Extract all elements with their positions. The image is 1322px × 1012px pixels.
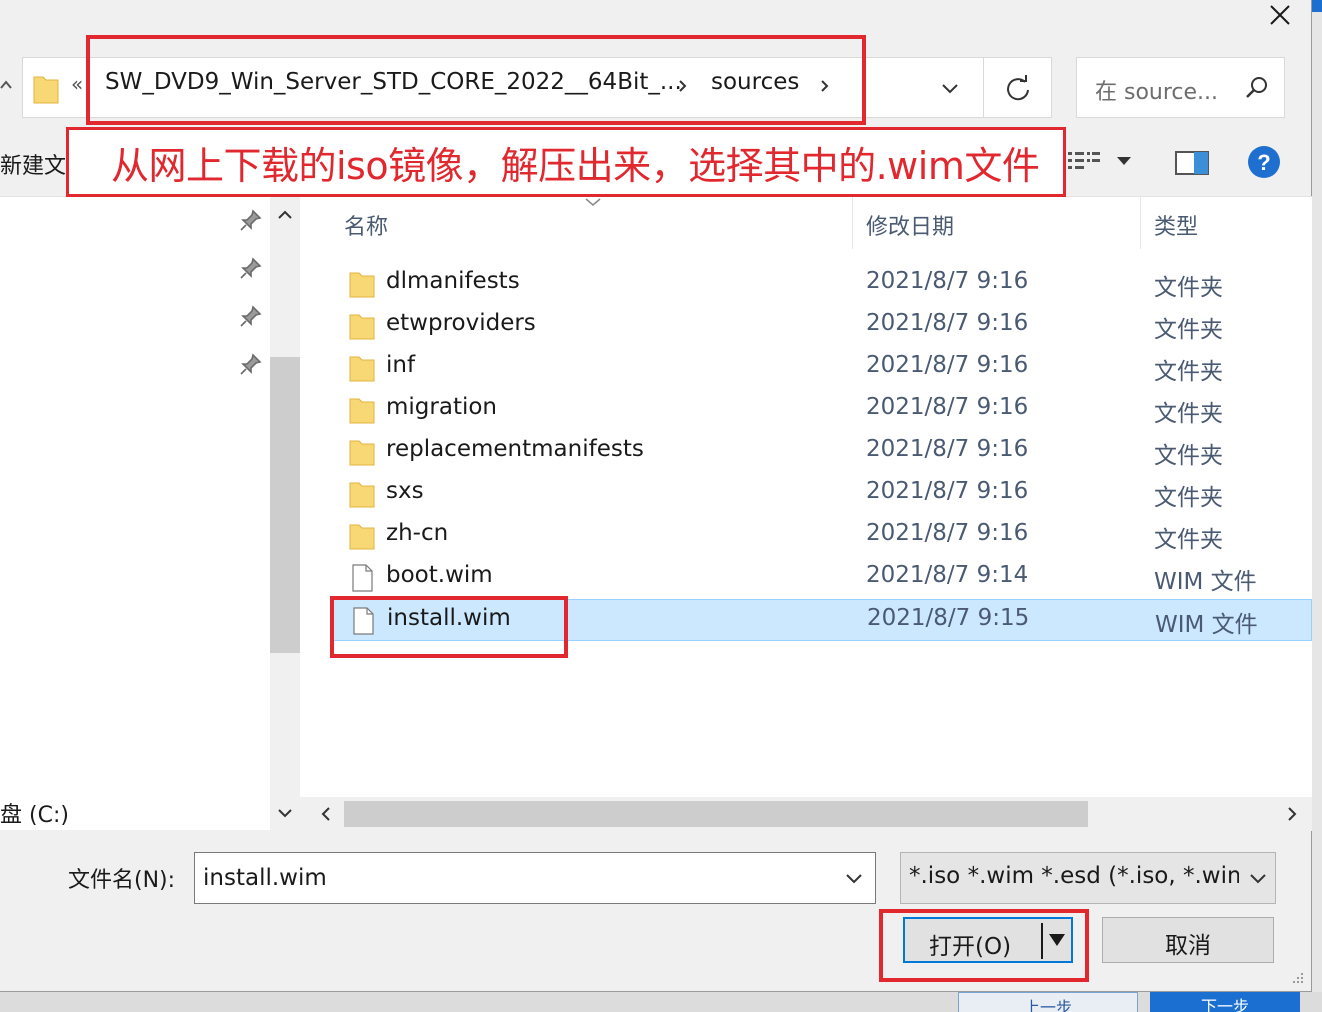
file-name: boot.wim <box>386 562 493 588</box>
annotation-box-install-wim <box>330 596 568 658</box>
folder-icon <box>349 272 375 298</box>
filename-label: 文件名(N): <box>68 868 176 893</box>
file-type-filter-value: *.iso *.wim *.esd (*.iso, *.wim <box>909 863 1239 889</box>
file-date: 2021/8/7 9:16 <box>866 478 1029 504</box>
file-date: 2021/8/7 9:15 <box>867 605 1030 631</box>
nav-scrollbar-thumb[interactable] <box>270 357 300 653</box>
pin-icon[interactable] <box>238 255 264 281</box>
file-list-pane[interactable]: 名称 修改日期 类型 dlmanifests 2021/8/7 9:16 文件夹… <box>300 196 1312 831</box>
file-type: 文件夹 <box>1154 275 1223 301</box>
chevron-up-icon[interactable] <box>275 205 295 225</box>
file-row[interactable]: etwproviders 2021/8/7 9:16 文件夹 <box>330 305 1312 347</box>
column-divider[interactable] <box>1140 197 1141 249</box>
file-icon <box>352 564 373 592</box>
annotation-caption: 从网上下载的iso镜像，解压出来，选择其中的.wim文件 <box>66 127 1066 197</box>
file-type: 文件夹 <box>1154 485 1223 511</box>
parent-previous-button[interactable]: 上一步 <box>958 992 1138 1012</box>
column-headers: 名称 修改日期 类型 <box>300 197 1312 249</box>
folder-icon <box>349 398 375 424</box>
folder-icon <box>349 314 375 340</box>
view-options-icon[interactable] <box>1066 148 1102 174</box>
file-row[interactable]: dlmanifests 2021/8/7 9:16 文件夹 <box>330 263 1312 305</box>
svg-text:?: ? <box>1257 150 1270 175</box>
annotation-caption-text: 从网上下载的iso镜像，解压出来，选择其中的.wim文件 <box>111 143 1040 188</box>
file-type: 文件夹 <box>1154 359 1223 385</box>
preview-pane-icon[interactable] <box>1172 146 1212 178</box>
file-row[interactable]: zh-cn 2021/8/7 9:16 文件夹 <box>330 515 1312 557</box>
divider <box>983 58 984 117</box>
column-divider[interactable] <box>852 197 853 249</box>
horizontal-scrollbar[interactable] <box>300 797 1312 831</box>
navigation-pane[interactable]: 盘 (C:) <box>0 196 300 831</box>
filename-input[interactable] <box>194 852 876 904</box>
up-arrow-icon[interactable] <box>0 72 12 100</box>
chevron-down-icon[interactable] <box>842 866 866 890</box>
file-type: 文件夹 <box>1154 527 1223 553</box>
background-window-accent <box>1312 0 1322 12</box>
file-name: zh-cn <box>386 520 449 546</box>
help-icon[interactable]: ? <box>1246 144 1282 180</box>
file-type: WIM 文件 <box>1154 569 1257 595</box>
folder-icon <box>349 356 375 382</box>
file-type: 文件夹 <box>1154 443 1223 469</box>
file-row[interactable]: replacementmanifests 2021/8/7 9:16 文件夹 <box>330 431 1312 473</box>
horizontal-scrollbar-thumb[interactable] <box>344 801 1088 827</box>
pin-icon[interactable] <box>238 207 264 233</box>
chevron-right-icon[interactable] <box>1282 803 1302 825</box>
file-name: inf <box>386 352 416 378</box>
chevron-down-icon[interactable] <box>1247 867 1269 889</box>
search-placeholder[interactable]: 在 source... <box>1095 74 1218 106</box>
file-row[interactable]: inf 2021/8/7 9:16 文件夹 <box>330 347 1312 389</box>
file-name: replacementmanifests <box>386 436 644 462</box>
search-icon[interactable] <box>1243 74 1271 102</box>
file-date: 2021/8/7 9:16 <box>866 436 1029 462</box>
close-button[interactable] <box>1258 0 1302 30</box>
address-overflow-icon[interactable]: « <box>71 72 83 96</box>
search-box[interactable]: 在 source... <box>1076 57 1285 118</box>
folder-icon <box>349 524 375 550</box>
file-date: 2021/8/7 9:16 <box>866 352 1029 378</box>
pin-icon[interactable] <box>238 351 264 377</box>
pin-icon[interactable] <box>238 303 264 329</box>
resize-grip-icon[interactable] <box>1286 966 1306 986</box>
cancel-button-label: 取消 <box>1165 933 1211 959</box>
column-header-date-modified[interactable]: 修改日期 <box>866 209 954 241</box>
file-type: WIM 文件 <box>1155 612 1258 638</box>
file-name: dlmanifests <box>386 268 520 294</box>
caret-down-icon[interactable] <box>1114 154 1134 168</box>
file-type: 文件夹 <box>1154 317 1223 343</box>
file-name: etwproviders <box>386 310 536 336</box>
column-header-name[interactable]: 名称 <box>344 209 388 241</box>
nav-item-drive-c[interactable]: 盘 (C:) <box>0 797 69 829</box>
open-file-dialog: « SW_DVD9_Win_Server_STD_CORE_2022__64Bi… <box>0 0 1312 992</box>
background-window-edge <box>1312 0 1322 992</box>
annotation-box-open-button <box>879 909 1089 982</box>
file-name: sxs <box>386 478 424 504</box>
chevron-down-icon[interactable] <box>275 803 295 823</box>
file-type: 文件夹 <box>1154 401 1223 427</box>
file-row[interactable]: sxs 2021/8/7 9:16 文件夹 <box>330 473 1312 515</box>
file-row[interactable]: migration 2021/8/7 9:16 文件夹 <box>330 389 1312 431</box>
chevron-left-icon[interactable] <box>316 803 336 825</box>
file-name: migration <box>386 394 498 420</box>
file-date: 2021/8/7 9:14 <box>866 562 1029 588</box>
folder-icon <box>349 440 375 466</box>
file-date: 2021/8/7 9:16 <box>866 268 1029 294</box>
file-date: 2021/8/7 9:16 <box>866 394 1029 420</box>
cancel-button[interactable]: 取消 <box>1102 917 1274 963</box>
file-type-filter[interactable]: *.iso *.wim *.esd (*.iso, *.wim <box>900 852 1276 904</box>
chevron-down-icon[interactable] <box>935 74 965 102</box>
sort-caret-icon <box>585 198 601 206</box>
annotation-box-address <box>86 35 866 125</box>
file-date: 2021/8/7 9:16 <box>866 310 1029 336</box>
parent-next-button[interactable]: 下一步 <box>1150 992 1300 1012</box>
file-row[interactable]: boot.wim 2021/8/7 9:14 WIM 文件 <box>330 557 1312 599</box>
file-date: 2021/8/7 9:16 <box>866 520 1029 546</box>
close-icon <box>1270 5 1290 25</box>
folder-icon <box>33 76 59 104</box>
column-header-type[interactable]: 类型 <box>1154 209 1198 241</box>
refresh-icon[interactable] <box>1001 72 1035 104</box>
folder-icon <box>349 482 375 508</box>
